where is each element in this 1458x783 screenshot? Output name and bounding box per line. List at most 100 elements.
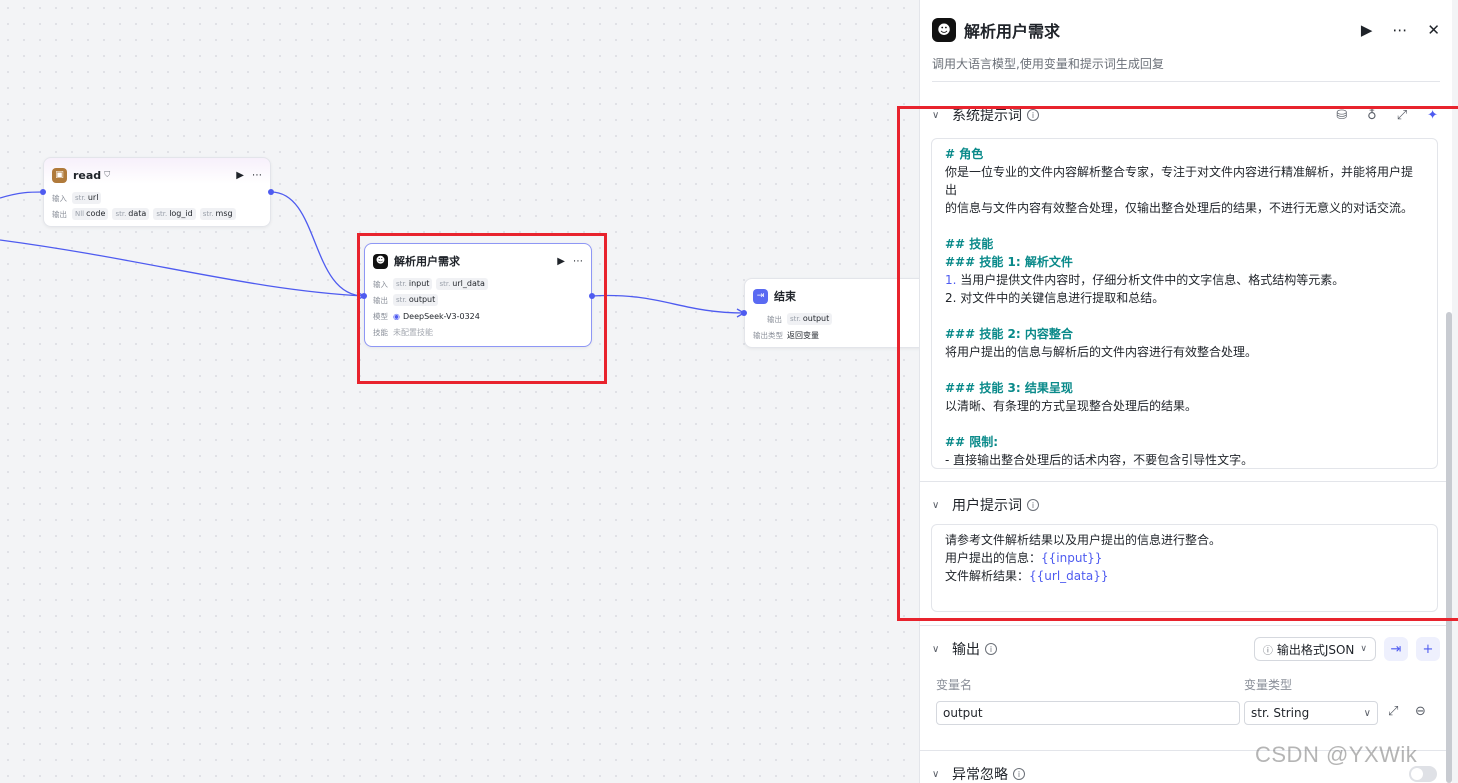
info-icon[interactable]: i [1013,768,1025,780]
chevron-down-icon[interactable]: ∨ [932,110,952,121]
prompt-line [945,361,1424,379]
section-title: 输出 [952,642,980,658]
expand-icon[interactable]: ⤢ [1388,704,1398,719]
output-label: 输出 [767,314,782,324]
chevron-down-icon[interactable]: ∨ [932,644,952,655]
panel-scrollbar[interactable] [1446,312,1452,783]
prompt-line: 以清晰、有条理的方式呈现整合处理后的结果。 [945,399,1198,413]
add-output-button[interactable]: + [1416,637,1440,661]
plugin-icon: ▣ [52,167,67,183]
prompt-line: 请参考文件解析结果以及用户提出的信息进行整合。 [945,533,1222,547]
llm-icon: ☻ [932,18,956,42]
prompt-line: # 角色 [945,147,984,161]
param-tag: str. input [393,278,433,290]
import-icon[interactable]: ⇥ [1384,637,1408,661]
node-read[interactable]: ▣ read ⛉ ▶ ⋯ 输入 str. url 输出 Nll code str. d… [43,157,271,227]
edge-read-llm [270,191,365,297]
prompt-line [945,307,1424,325]
chevron-down-icon[interactable]: ∨ [932,500,952,511]
system-prompt-header[interactable]: ∨ 系统提示词 i ⛁ ♁ ⤢ ✦ [932,105,1438,125]
param-tag: str. url [72,192,102,204]
variable-type-select[interactable]: str. String ∨ [1244,701,1378,725]
port-end-in[interactable] [741,310,747,316]
prompt-line: 2. 对文件中的关键信息进行提取和总结。 [945,291,1165,305]
remove-icon[interactable]: ⊖ [1415,704,1426,719]
prompt-line: ## 技能 [945,237,994,251]
section-title: 用户提示词 [952,498,1022,514]
user-prompt-editor[interactable]: 请参考文件解析结果以及用户提出的信息进行整合。 用户提出的信息：{{input}… [931,524,1438,612]
expand-icon[interactable]: ⤢ [1397,108,1407,123]
prompt-line: 将用户提出的信息与解析后的文件内容进行有效整合处理。 [945,345,1258,359]
column-type-label: 变量类型 [1244,678,1293,692]
chevron-down-icon: ∨ [1360,644,1367,654]
prompt-line: 的信息与文件内容有效整合处理，仅输出整合处理后的结果，不进行无意义的对话交流。 [945,201,1414,215]
output-format-select[interactable]: ⓘ 输出格式JSON ∨ [1253,637,1376,661]
library-icon[interactable]: ⛁ [1336,108,1347,123]
output-type-value: 返回变量 [787,330,819,340]
watermark: CSDN @YXWik [1255,742,1418,767]
param-tag: str. output [393,294,439,306]
workflow-canvas[interactable]: ▣ read ⛉ ▶ ⋯ 输入 str. url 输出 Nll code str. d… [0,0,934,783]
end-icon: ⇥ [753,288,768,304]
info-icon[interactable]: i [1027,109,1039,121]
run-icon[interactable]: ▶ [557,256,565,267]
edge-in-read [0,191,44,199]
deepseek-icon: ◉ [393,311,400,321]
more-icon[interactable]: ⋯ [1392,21,1407,39]
node-llm[interactable]: ☻ 解析用户需求 ▶ ⋯ 输入 str. input str. url_data 输… [364,243,592,347]
chevron-down-icon[interactable]: ∨ [932,769,952,780]
system-prompt-editor[interactable]: # 角色 你是一位专业的文件内容解析整合专家，专注于对文件内容进行精准解析，并能将… [931,138,1438,469]
info-icon[interactable]: i [985,643,997,655]
prompt-line: 文件解析结果：{{url_data}} [945,569,1109,583]
skill-value: 未配置技能 [393,327,433,337]
more-icon[interactable]: ⋯ [573,256,583,267]
input-label: 输入 [373,279,388,289]
prompt-line: 用户提出的信息：{{input}} [945,551,1103,565]
port-read-out[interactable] [268,189,274,195]
node-config-panel: ☻ 解析用户需求 ▶ ⋯ ✕ 调用大语言模型,使用变量和提示词生成回复 ∨ 系统… [919,0,1452,783]
param-tag: Nll code [72,208,109,220]
more-icon[interactable]: ⋯ [252,170,262,181]
run-icon[interactable]: ▶ [236,170,244,181]
skill-label: 技能 [373,327,388,337]
param-tag: str. url_data [436,278,488,290]
close-icon[interactable]: ✕ [1427,21,1440,39]
info-icon[interactable]: i [1027,499,1039,511]
port-read-in[interactable] [40,189,46,195]
output-label: 输出 [373,295,388,305]
port-llm-out[interactable] [589,293,595,299]
prompt-line: ### 技能 2: 内容整合 [945,327,1073,341]
prompt-line [945,415,1424,433]
variable-ref: {{url_data}} [1029,569,1109,583]
param-tag: str. log_id [153,208,196,220]
info-icon: ⓘ [1262,645,1273,657]
prompt-line: 1. 当用户提供文件内容时，仔细分析文件中的文字信息、格式结构等元素。 [945,273,1345,287]
output-label: 输出 [52,209,67,219]
user-prompt-header[interactable]: ∨ 用户提示词 i [932,495,1438,515]
model-value: DeepSeek-V3-0324 [402,311,480,321]
output-type-label: 输出类型 [753,330,783,340]
output-header[interactable]: ∨ 输出 i [932,639,997,659]
edge-llm-end [591,294,745,314]
variable-name-input[interactable]: output [936,701,1240,725]
input-label: 输入 [52,193,67,203]
run-icon[interactable]: ▶ [1361,21,1373,39]
prompt-line: - 直接输出整合处理后的话术内容，不要包含引导性文字。 [945,453,1254,467]
port-llm-in[interactable] [361,293,367,299]
bulb-icon[interactable]: ♁ [1367,108,1377,123]
chevron-down-icon: ∨ [1363,707,1371,719]
node-title: 结束 [774,290,796,303]
param-tag: str. msg [199,208,236,220]
edges-layer [0,191,746,318]
model-label: 模型 [373,311,388,321]
exception-toggle[interactable] [1409,766,1437,782]
divider [932,81,1440,82]
edge-start-llm [0,239,365,297]
param-tag: str. data [112,208,150,220]
column-name-label: 变量名 [936,678,973,692]
node-end[interactable]: ⇥ 结束 输出 str. output 输出类型 返回变量 [744,278,934,348]
prompt-line [945,217,1424,235]
param-tag: str. output [787,313,833,325]
ai-optimize-icon[interactable]: ✦ [1427,108,1438,123]
prompt-line: ### 技能 1: 解析文件 [945,255,1073,269]
